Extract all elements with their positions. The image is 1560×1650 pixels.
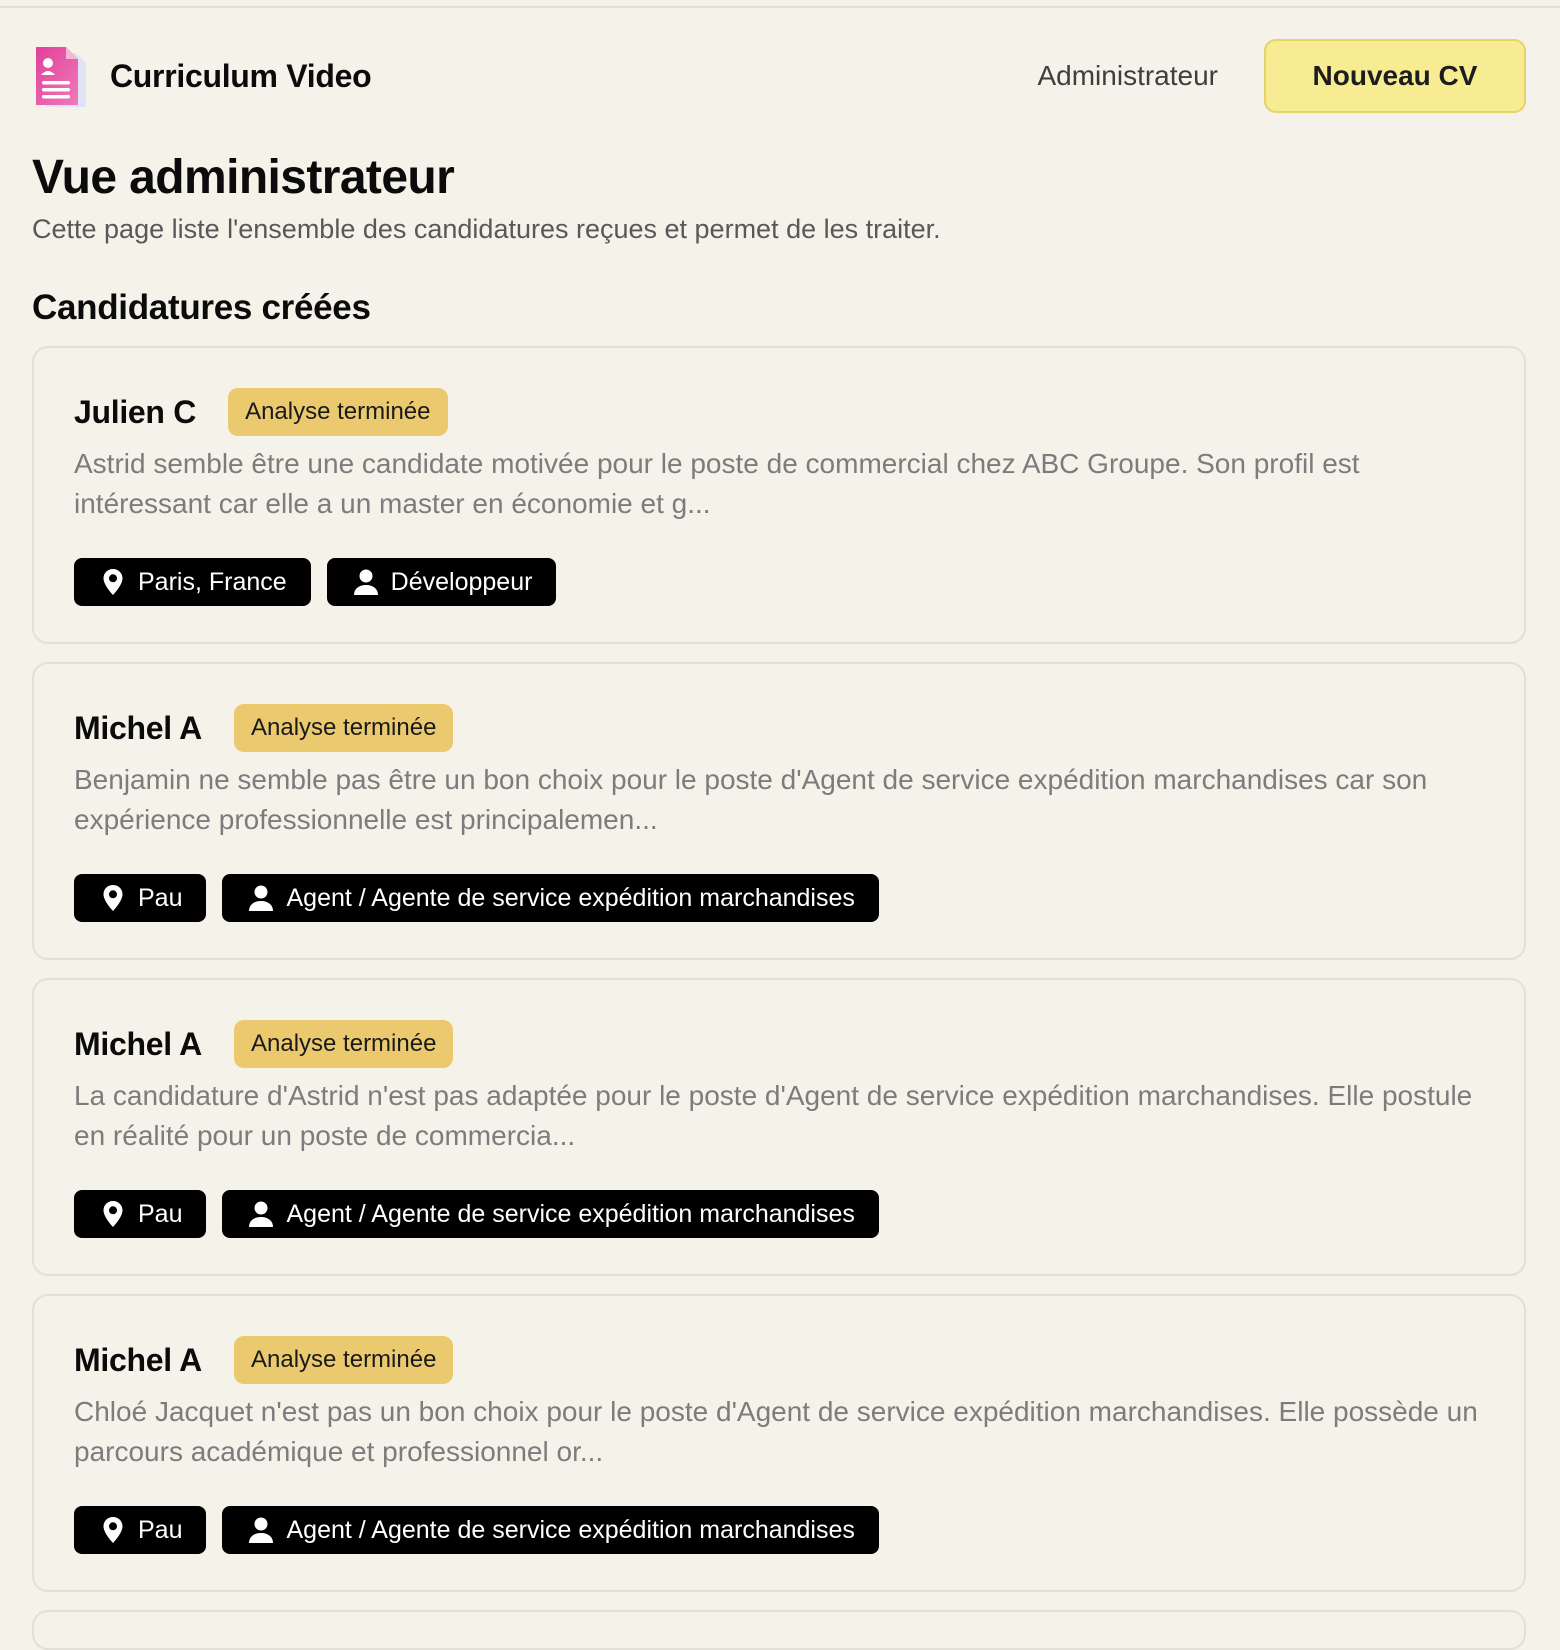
card-header: Julien C Analyse terminée: [74, 388, 1484, 436]
tag-list: Paris, France Développeur: [74, 558, 1484, 606]
section-title: Candidatures créées: [32, 288, 371, 327]
tag-list: Pau Agent / Agente de service expédition…: [74, 1190, 1484, 1238]
candidate-card[interactable]: Michel A Analyse terminée Benjamin ne se…: [32, 662, 1526, 960]
location-label: Pau: [138, 883, 183, 912]
tag-list: Pau Agent / Agente de service expédition…: [74, 874, 1484, 922]
top-divider: [0, 6, 1560, 8]
role-label: Agent / Agente de service expédition mar…: [286, 1515, 855, 1544]
candidate-card[interactable]: Julien C Analyse terminée Astrid semble …: [32, 346, 1526, 644]
status-badge: Analyse terminée: [234, 1020, 454, 1068]
app-header: Curriculum Video Administrateur Nouveau …: [32, 38, 1526, 114]
app-name: Curriculum Video: [110, 57, 372, 94]
status-badge: Analyse terminée: [228, 388, 448, 436]
person-icon: [249, 1517, 274, 1543]
candidate-card[interactable]: Michel A Analyse terminée Chloé Jacquet …: [32, 1294, 1526, 1592]
map-pin-icon: [103, 885, 123, 911]
page-title: Vue administrateur: [32, 151, 455, 204]
candidate-summary: Chloé Jacquet n'est pas un bon choix pou…: [74, 1396, 1478, 1467]
location-label: Pau: [138, 1199, 183, 1228]
person-icon: [249, 885, 274, 911]
role-label: Développeur: [390, 567, 533, 596]
candidate-name: Michel A: [74, 709, 202, 746]
candidate-list: Julien C Analyse terminée Astrid semble …: [32, 346, 1526, 1592]
map-pin-icon: [103, 1201, 123, 1227]
candidate-card[interactable]: Michel A Analyse terminée La candidature…: [32, 978, 1526, 1276]
role-label: Agent / Agente de service expédition mar…: [286, 1199, 855, 1228]
brand[interactable]: Curriculum Video: [32, 41, 372, 111]
person-icon: [353, 569, 378, 595]
document-user-icon: [36, 47, 86, 107]
candidate-summary: Benjamin ne semble pas être un bon choix…: [74, 764, 1428, 835]
page-subtitle: Cette page liste l'ensemble des candidat…: [32, 214, 941, 244]
status-badge: Analyse terminée: [234, 704, 454, 752]
card-header: Michel A Analyse terminée: [74, 704, 1484, 752]
location-tag: Pau: [74, 1506, 207, 1554]
map-pin-icon: [103, 1517, 123, 1543]
candidate-summary: La candidature d'Astrid n'est pas adapté…: [74, 1080, 1473, 1151]
status-badge: Analyse terminée: [234, 1336, 454, 1384]
location-tag: Paris, France: [74, 558, 311, 606]
role-tag: Agent / Agente de service expédition mar…: [222, 874, 879, 922]
candidate-name: Michel A: [74, 1025, 202, 1062]
candidate-name: Julien C: [74, 393, 197, 430]
tag-list: Pau Agent / Agente de service expédition…: [74, 1506, 1484, 1554]
role-tag: Agent / Agente de service expédition mar…: [222, 1190, 879, 1238]
role-tag: Développeur: [326, 558, 557, 606]
location-tag: Pau: [74, 1190, 207, 1238]
candidate-name: Michel A: [74, 1341, 202, 1378]
role-label: Agent / Agente de service expédition mar…: [286, 883, 855, 912]
role-tag: Agent / Agente de service expédition mar…: [222, 1506, 879, 1554]
header-actions: Administrateur Nouveau CV: [1037, 39, 1526, 113]
candidate-summary: Astrid semble être une candidate motivée…: [74, 448, 1360, 519]
new-cv-button[interactable]: Nouveau CV: [1264, 39, 1526, 113]
candidate-card-partial[interactable]: [32, 1610, 1526, 1650]
location-label: Paris, France: [138, 567, 287, 596]
person-icon: [249, 1201, 274, 1227]
card-header: Michel A Analyse terminée: [74, 1336, 1484, 1384]
card-header: Michel A Analyse terminée: [74, 1020, 1484, 1068]
admin-link[interactable]: Administrateur: [1037, 60, 1218, 92]
location-label: Pau: [138, 1515, 183, 1544]
map-pin-icon: [103, 569, 123, 595]
location-tag: Pau: [74, 874, 207, 922]
